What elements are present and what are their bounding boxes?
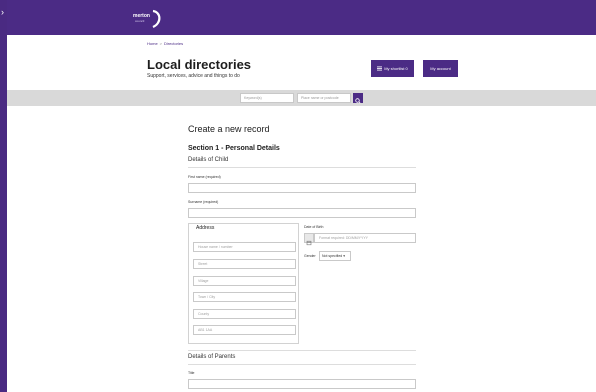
house-input[interactable]: House name / number [193,242,296,252]
dob-label: Date of Birth [304,225,324,229]
breadcrumb-home-link[interactable]: Home [147,41,158,46]
parents-details-heading: Details of Parents [188,354,236,360]
title-label: Title [188,371,195,375]
street-placeholder: Street [198,262,208,266]
chevron-down-icon: ▾ [343,254,345,258]
divider [188,364,416,365]
calendar-icon[interactable] [304,233,314,246]
postcode-placeholder: AB1 1AA [198,328,213,332]
gender-selected: Not specified [322,254,343,258]
house-placeholder: House name / number [198,245,233,249]
street-input[interactable]: Street [193,259,296,269]
shortlist-button[interactable]: My shortlist 0 [371,60,414,77]
side-strip: › [0,0,7,392]
county-input[interactable]: County [193,309,296,319]
form-title: Create a new record [188,124,270,134]
account-label: My account [430,66,451,71]
postcode-input[interactable]: AB1 1AA [193,325,296,335]
village-placeholder: Village [198,279,209,283]
shortlist-label: My shortlist 0 [384,66,408,71]
search-button[interactable] [353,93,363,104]
town-input[interactable]: Town / City [193,292,296,302]
place-search-input[interactable]: Place name or postcode [297,93,351,103]
county-placeholder: County [198,312,210,316]
list-icon [377,66,383,71]
child-details-heading: Details of Child [188,157,229,163]
surname-label: Surname (required) [188,200,219,204]
section-title: Section 1 - Personal Details [188,145,280,152]
logo-swoosh-icon [152,9,161,29]
gender-label: Gender [304,254,316,258]
dob-placeholder: Format required: DD/MM/YYYY [319,236,369,240]
council-logo[interactable]: merton council [133,9,163,29]
logo-subword: council [135,19,145,23]
calendar-glyph-icon [306,240,312,246]
gender-select[interactable]: Not specified ▾ [319,251,351,261]
first-name-input[interactable] [188,183,416,193]
first-name-label: First name (required) [188,175,221,179]
village-input[interactable]: Village [193,276,296,286]
account-button[interactable]: My account [423,60,458,77]
address-legend: Address [196,225,215,231]
chevron-right-icon[interactable]: › [1,8,4,17]
breadcrumb: Home > Directories [147,41,183,46]
divider [188,167,416,168]
town-placeholder: Town / City [198,295,216,299]
keyword-search-input[interactable]: Keyword(s) [240,93,294,103]
breadcrumb-separator: > [159,41,163,46]
page-title: Local directories [147,57,252,72]
divider [188,350,416,351]
site-header: merton council [7,0,596,35]
dob-input[interactable]: Format required: DD/MM/YYYY [314,233,416,243]
breadcrumb-current[interactable]: Directories [164,41,183,46]
page-subtitle: Support, services, advice and things to … [147,73,240,79]
surname-input[interactable] [188,208,416,218]
title-input[interactable] [188,379,416,389]
search-icon [355,98,361,104]
